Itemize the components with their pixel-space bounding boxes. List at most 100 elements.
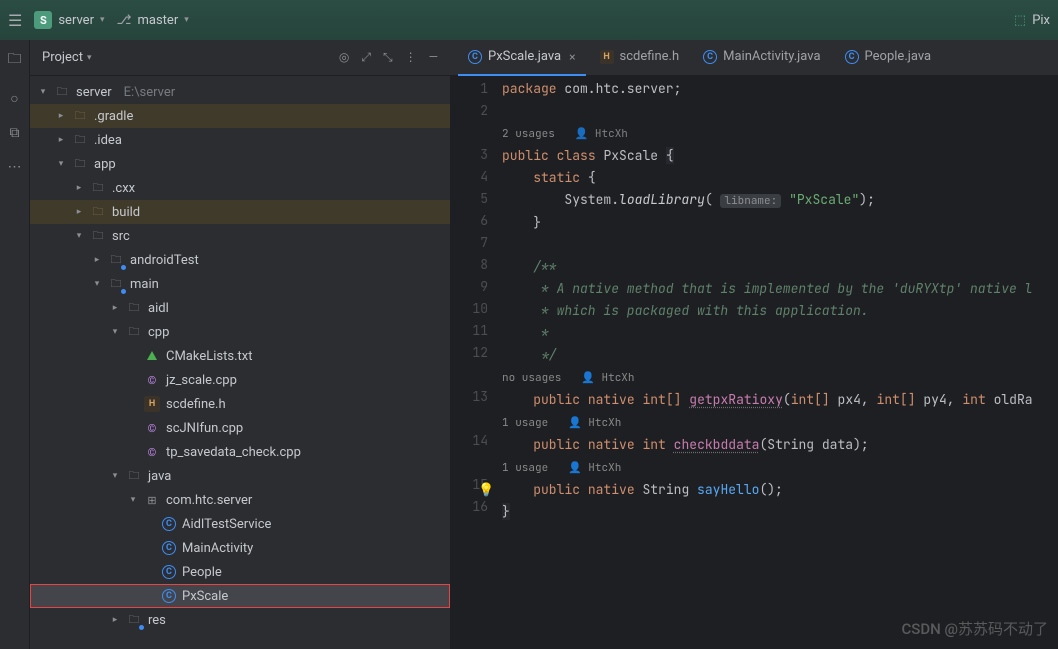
tree-row-cpp[interactable]: 🗀cpp (30, 320, 450, 344)
tree-row-jz-scale-cpp[interactable]: © jz_scale.cpp (30, 368, 450, 392)
folder-icon: 🗀 (90, 204, 106, 220)
tree-row-java[interactable]: 🗀java (30, 464, 450, 488)
tree-row-scjnifun-cpp[interactable]: ©scJNIfun.cpp (30, 416, 450, 440)
tree-row-androidtest[interactable]: 🗀androidTest (30, 248, 450, 272)
commit-icon[interactable]: ○ (10, 90, 18, 107)
tree-arrow[interactable] (74, 183, 84, 193)
tree-label: CMakeLists.txt (166, 349, 252, 364)
tab-people-java[interactable]: CPeople.java (835, 40, 942, 76)
tree-arrow[interactable] (38, 87, 48, 97)
tree-arrow[interactable] (92, 255, 102, 265)
editor-body[interactable]: 12 3456789101112 13 14 1516 package com.… (450, 76, 1058, 649)
tree-arrow[interactable] (56, 159, 66, 169)
tree-label: jz_scale.cpp (166, 373, 237, 388)
project-badge: S (34, 11, 52, 29)
tree-label: com.htc.server (166, 493, 252, 508)
tree-label: scJNIfun.cpp (166, 421, 243, 436)
project-tree[interactable]: 🗀serverE:\server🗀.gradle🗀.idea🗀app🗀.cxx🗀… (30, 76, 450, 649)
tab-mainactivity-java[interactable]: CMainActivity.java (693, 40, 830, 76)
tab-pxscale-java[interactable]: CPxScale.java× (458, 40, 586, 76)
target-icon[interactable]: ◎ (339, 50, 349, 65)
folder-icon: 🗀 (108, 252, 124, 268)
tree-arrow[interactable] (56, 135, 66, 145)
cpp-icon: © (144, 444, 160, 460)
tree-row--gradle[interactable]: 🗀.gradle (30, 104, 450, 128)
tree-row-app[interactable]: 🗀app (30, 152, 450, 176)
class-icon: C (162, 541, 176, 555)
folder-icon: 🗀 (72, 132, 88, 148)
tree-row-scdefine-h[interactable]: Hscdefine.h (30, 392, 450, 416)
tree-row-cmakelists-txt[interactable]: CMakeLists.txt (30, 344, 450, 368)
folder-icon: 🗀 (90, 180, 106, 196)
more-icon[interactable]: ⋯ (8, 159, 22, 175)
tree-row-src[interactable]: 🗀src (30, 224, 450, 248)
class-icon: C (845, 50, 859, 64)
expand-icon[interactable]: ⤢ (361, 50, 371, 65)
project-selector[interactable]: S server ▾ (34, 11, 104, 29)
tab-label: MainActivity.java (723, 49, 820, 64)
tree-label: PxScale (182, 589, 228, 604)
tree-row-res[interactable]: 🗀 res (30, 608, 450, 632)
tree-row-com-htc-server[interactable]: ⊞com.htc.server (30, 488, 450, 512)
tree-row--cxx[interactable]: 🗀.cxx (30, 176, 450, 200)
tree-label: build (112, 205, 140, 220)
close-icon[interactable]: × (569, 50, 575, 64)
tree-row-build[interactable]: 🗀 build (30, 200, 450, 224)
code-content[interactable]: package com.htc.server; 2 usages 👤 HtcXh… (502, 76, 1058, 649)
folder-icon: 🗀 (126, 300, 142, 316)
cmake-icon (144, 348, 160, 364)
tree-label: server (76, 85, 112, 100)
branch-selector[interactable]: ⎇ master ▾ (117, 13, 189, 28)
h-icon: H (600, 50, 614, 64)
tree-label: AidlTestService (182, 517, 271, 532)
pix-icon: ⬚ (1014, 13, 1026, 28)
tree-row-aidl[interactable]: 🗀 aidl (30, 296, 450, 320)
tree-arrow[interactable] (110, 615, 120, 625)
tree-row-main[interactable]: 🗀main (30, 272, 450, 296)
h-icon: H (144, 396, 160, 412)
hamburger-icon[interactable]: ☰ (8, 11, 22, 30)
tab-scdefine-h[interactable]: Hscdefine.h (590, 40, 690, 76)
top-right-action[interactable]: ⬚ Pix (1014, 13, 1050, 28)
tree-arrow[interactable] (74, 207, 84, 217)
class-icon: C (468, 50, 482, 64)
kebab-icon[interactable]: ⋮ (405, 50, 417, 65)
folder-icon: 🗀 (72, 156, 88, 172)
tree-label: aidl (148, 301, 169, 316)
collapse-icon[interactable]: ⤡ (383, 50, 393, 65)
tree-label: MainActivity (182, 541, 253, 556)
tree-arrow[interactable] (92, 279, 102, 289)
tree-arrow[interactable] (110, 303, 120, 313)
tree-arrow[interactable] (110, 327, 120, 337)
folder-icon: 🗀 (108, 276, 124, 292)
chevron-down-icon: ▾ (87, 53, 92, 63)
tree-row-mainactivity[interactable]: C MainActivity (30, 536, 450, 560)
tree-row-server[interactable]: 🗀 server E:\server (30, 80, 450, 104)
project-name: server (58, 13, 94, 28)
class-icon: C (162, 565, 176, 579)
folder-icon: 🗀 (126, 612, 142, 628)
minimize-icon[interactable]: — (429, 50, 438, 65)
lightbulb-icon[interactable]: 💡 (478, 479, 494, 501)
tree-row-people[interactable]: C People (30, 560, 450, 584)
editor-area: CPxScale.java×Hscdefine.hCMainActivity.j… (450, 40, 1058, 649)
chevron-down-icon: ▾ (100, 15, 105, 25)
tree-path: E:\server (124, 85, 176, 100)
tree-row-pxscale[interactable]: CPxScale (30, 584, 450, 608)
folder-icon[interactable]: 🗀 (8, 48, 22, 72)
tree-row-tp-savedata-check-cpp[interactable]: ©tp_savedata_check.cpp (30, 440, 450, 464)
folder-icon: 🗀 (126, 468, 142, 484)
tree-row-aidltestservice[interactable]: CAidlTestService (30, 512, 450, 536)
tree-label: res (148, 613, 166, 628)
structure-icon[interactable]: ⧉ (10, 125, 20, 141)
cpp-icon: © (144, 372, 160, 388)
tree-label: People (182, 565, 222, 580)
panel-title[interactable]: Project ▾ (42, 50, 92, 65)
tree-arrow[interactable] (74, 231, 84, 241)
tree-arrow[interactable] (56, 111, 66, 121)
tree-arrow[interactable] (110, 471, 120, 481)
tree-arrow[interactable] (128, 495, 138, 505)
folder-icon: 🗀 (54, 84, 70, 100)
tree-label: src (112, 229, 130, 244)
tree-row--idea[interactable]: 🗀.idea (30, 128, 450, 152)
